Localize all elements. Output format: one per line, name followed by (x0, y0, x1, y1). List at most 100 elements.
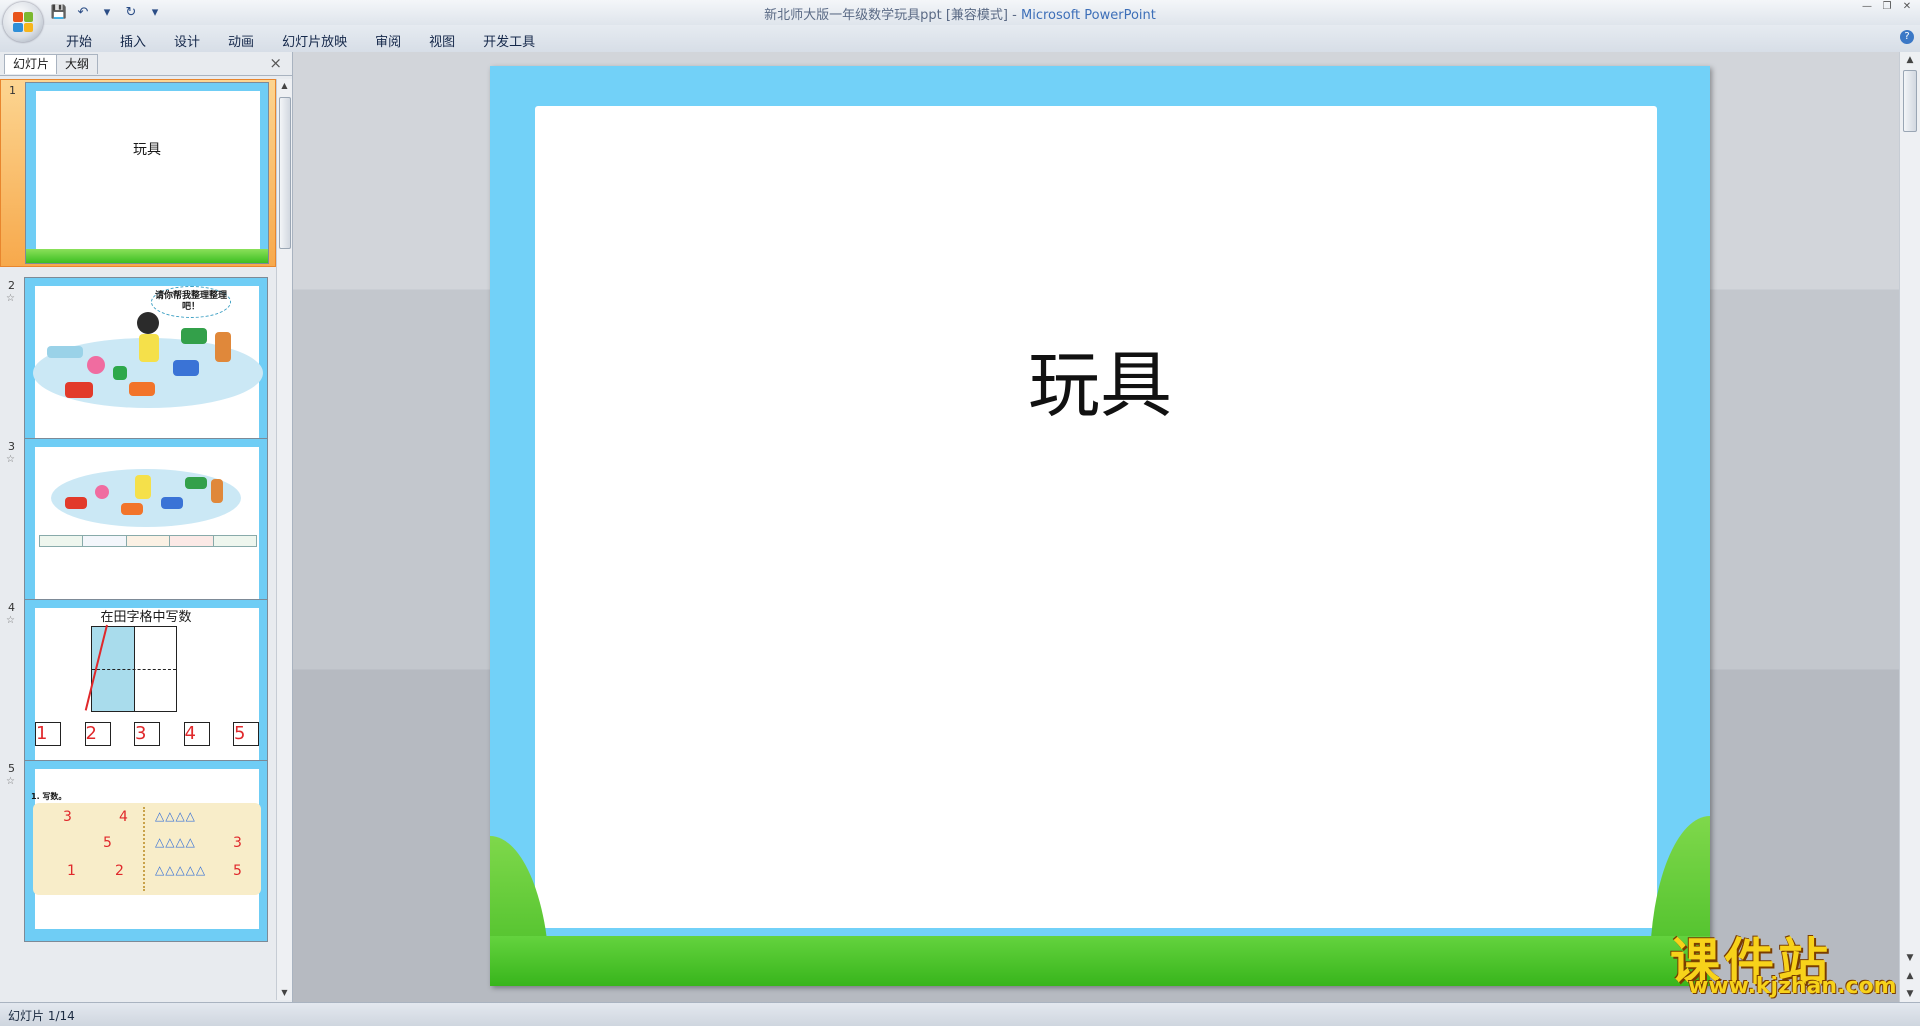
digit-box: 1 (35, 722, 61, 746)
slide-counter: 幻灯片 1/14 (8, 1009, 75, 1023)
document-title: 新北师大版一年级数学玩具ppt [兼容模式] (764, 8, 1009, 23)
tab-outline[interactable]: 大纲 (56, 54, 99, 74)
animation-star-icon: ☆ (6, 293, 15, 304)
watermark-url: www.kjzhan.com (1688, 974, 1897, 999)
slide-preview: 玩具 (25, 82, 269, 264)
watermark-logo: 课件站 www.kjzhan.com (1670, 922, 1906, 1004)
blue-car-toy (173, 360, 199, 376)
slide-preview: 在田字格中写数 1 2 3 4 5 (24, 599, 268, 781)
helicopter-toy (47, 346, 83, 358)
answer-digit: 3 (63, 809, 72, 825)
tab-slideshow[interactable]: 幻灯片放映 (268, 29, 361, 52)
slide-white-area (535, 106, 1657, 928)
slide-preview (24, 438, 268, 620)
slide-preview: 请你帮我整理整理吧！ (24, 277, 268, 459)
orange-car-toy (129, 382, 155, 396)
slide-title-text[interactable]: 玩具 (490, 326, 1710, 431)
window-controls: — ❐ ✕ (1858, 1, 1916, 13)
scroll-thumb[interactable] (1903, 70, 1917, 132)
ball-toy (87, 356, 105, 374)
app-name: Microsoft PowerPoint (1020, 8, 1156, 23)
triangle-row: △△△△△ (155, 863, 207, 877)
title-separator: - (1008, 8, 1021, 23)
animation-star-icon: ☆ (6, 776, 15, 787)
title-bar: 💾 ↶ ▾ ↻ ▾ 新北师大版一年级数学玩具ppt [兼容模式] - Micro… (0, 0, 1920, 25)
animation-star-icon: ☆ (6, 454, 15, 465)
office-logo-icon (13, 12, 33, 32)
tab-home[interactable]: 开始 (52, 29, 106, 52)
boy-character (135, 475, 151, 499)
slide-title: 在田字格中写数 (100, 610, 192, 625)
ball-toy (95, 485, 109, 499)
slide-editing-area: 玩具 (293, 52, 1900, 1002)
answer-digit: 5 (233, 863, 242, 879)
green-car-toy (185, 477, 207, 489)
answer-digit: 1 (67, 863, 76, 879)
scroll-up-arrow-icon[interactable]: ▲ (1900, 52, 1920, 68)
grid-dashed-line (92, 669, 176, 670)
digit-row: 1 2 3 4 5 (35, 722, 259, 746)
slide-thumbnail-4[interactable]: 4 ☆ 在田字格中写数 1 2 3 4 5 (0, 597, 276, 785)
digit-box: 2 (84, 722, 111, 746)
status-bar: 幻灯片 1/14 (0, 1002, 1920, 1026)
speech-bubble: 请你帮我整理整理吧！ (151, 286, 231, 318)
digit-box: 4 (183, 722, 210, 746)
ribbon-tabs: 开始 插入 设计 动画 幻灯片放映 审阅 视图 开发工具 (52, 29, 549, 52)
slide-preview: 1. 写数。 3 4 5 1 2 △△△△ △△△△ △△△△△ 3 5 (24, 760, 268, 942)
slide-number: 4 (8, 601, 15, 614)
exercise-heading: 1. 写数。 (31, 792, 67, 801)
slide-number: 2 (8, 279, 15, 292)
scroll-thumb[interactable] (279, 97, 291, 249)
digit-box: 5 (233, 722, 259, 746)
slide-scrollbar[interactable]: ▲ ▼ ▲ ▼ (1899, 52, 1920, 1002)
answer-digit: 5 (103, 835, 112, 851)
slide-thumbnail-list: 1 玩具 2 ☆ 请你帮我整理整理吧！ 3 ☆ 4 ☆ 在田字格中写数 1 2 … (0, 79, 276, 1000)
red-car-toy (65, 497, 87, 509)
scroll-down-arrow-icon[interactable]: ▼ (277, 986, 292, 1000)
slide-thumbnail-1[interactable]: 1 玩具 (0, 79, 276, 267)
tab-animations[interactable]: 动画 (214, 29, 268, 52)
panel-close-icon[interactable]: × (269, 54, 282, 72)
help-icon[interactable]: ? (1900, 30, 1914, 44)
category-table (39, 535, 257, 547)
tab-design[interactable]: 设计 (160, 29, 214, 52)
slide-thumbnail-2[interactable]: 2 ☆ 请你帮我整理整理吧！ (0, 275, 276, 463)
answer-digit: 4 (119, 809, 128, 825)
slides-panel: 幻灯片 大纲 × 1 玩具 2 ☆ 请你帮我整理整理吧！ 3 ☆ 4 ☆ 在田字… (0, 52, 293, 1002)
tianzige-grid (84, 624, 177, 712)
answer-digit: 3 (233, 835, 242, 851)
ribbon-tabs-bar: 开始 插入 设计 动画 幻灯片放映 审阅 视图 开发工具 ? (0, 25, 1920, 53)
boy-body (139, 334, 159, 362)
binder-line (143, 807, 147, 891)
current-slide[interactable]: 玩具 (490, 66, 1710, 986)
tab-review[interactable]: 审阅 (361, 29, 415, 52)
scroll-up-arrow-icon[interactable]: ▲ (277, 79, 292, 93)
restore-icon[interactable]: ❐ (1878, 1, 1896, 13)
animation-star-icon: ☆ (6, 615, 15, 626)
tab-slides[interactable]: 幻灯片 (4, 54, 59, 74)
exercise-card: 3 4 5 1 2 △△△△ △△△△ △△△△△ 3 5 (33, 803, 261, 895)
orange-car-toy (121, 503, 143, 515)
slide-thumbnail-5[interactable]: 5 ☆ 1. 写数。 3 4 5 1 2 △△△△ △△△△ △△△△△ 3 5 (0, 758, 276, 946)
answer-digit: 2 (115, 863, 124, 879)
green-car-toy (181, 328, 207, 344)
window-title: 新北师大版一年级数学玩具ppt [兼容模式] - Microsoft Power… (0, 4, 1920, 23)
tab-developer[interactable]: 开发工具 (469, 29, 549, 52)
red-car-toy (65, 382, 93, 398)
slide-thumbnail-3[interactable]: 3 ☆ (0, 436, 276, 624)
close-icon[interactable]: ✕ (1898, 1, 1916, 13)
office-button[interactable] (3, 2, 43, 42)
slide-title: 玩具 (133, 142, 161, 158)
minimize-icon[interactable]: — (1858, 1, 1876, 13)
thumbnail-scrollbar[interactable]: ▲ ▼ (276, 79, 292, 1000)
triangle-row: △△△△ (155, 809, 196, 823)
slide-number: 3 (8, 440, 15, 453)
triangle-row: △△△△ (155, 835, 196, 849)
grass-bottom-decoration (490, 936, 1710, 986)
blue-car-toy (161, 497, 183, 509)
tab-insert[interactable]: 插入 (106, 29, 160, 52)
robot-toy (211, 479, 223, 503)
tab-view[interactable]: 视图 (415, 29, 469, 52)
slide-number: 1 (9, 84, 16, 97)
boy-character (137, 312, 159, 334)
